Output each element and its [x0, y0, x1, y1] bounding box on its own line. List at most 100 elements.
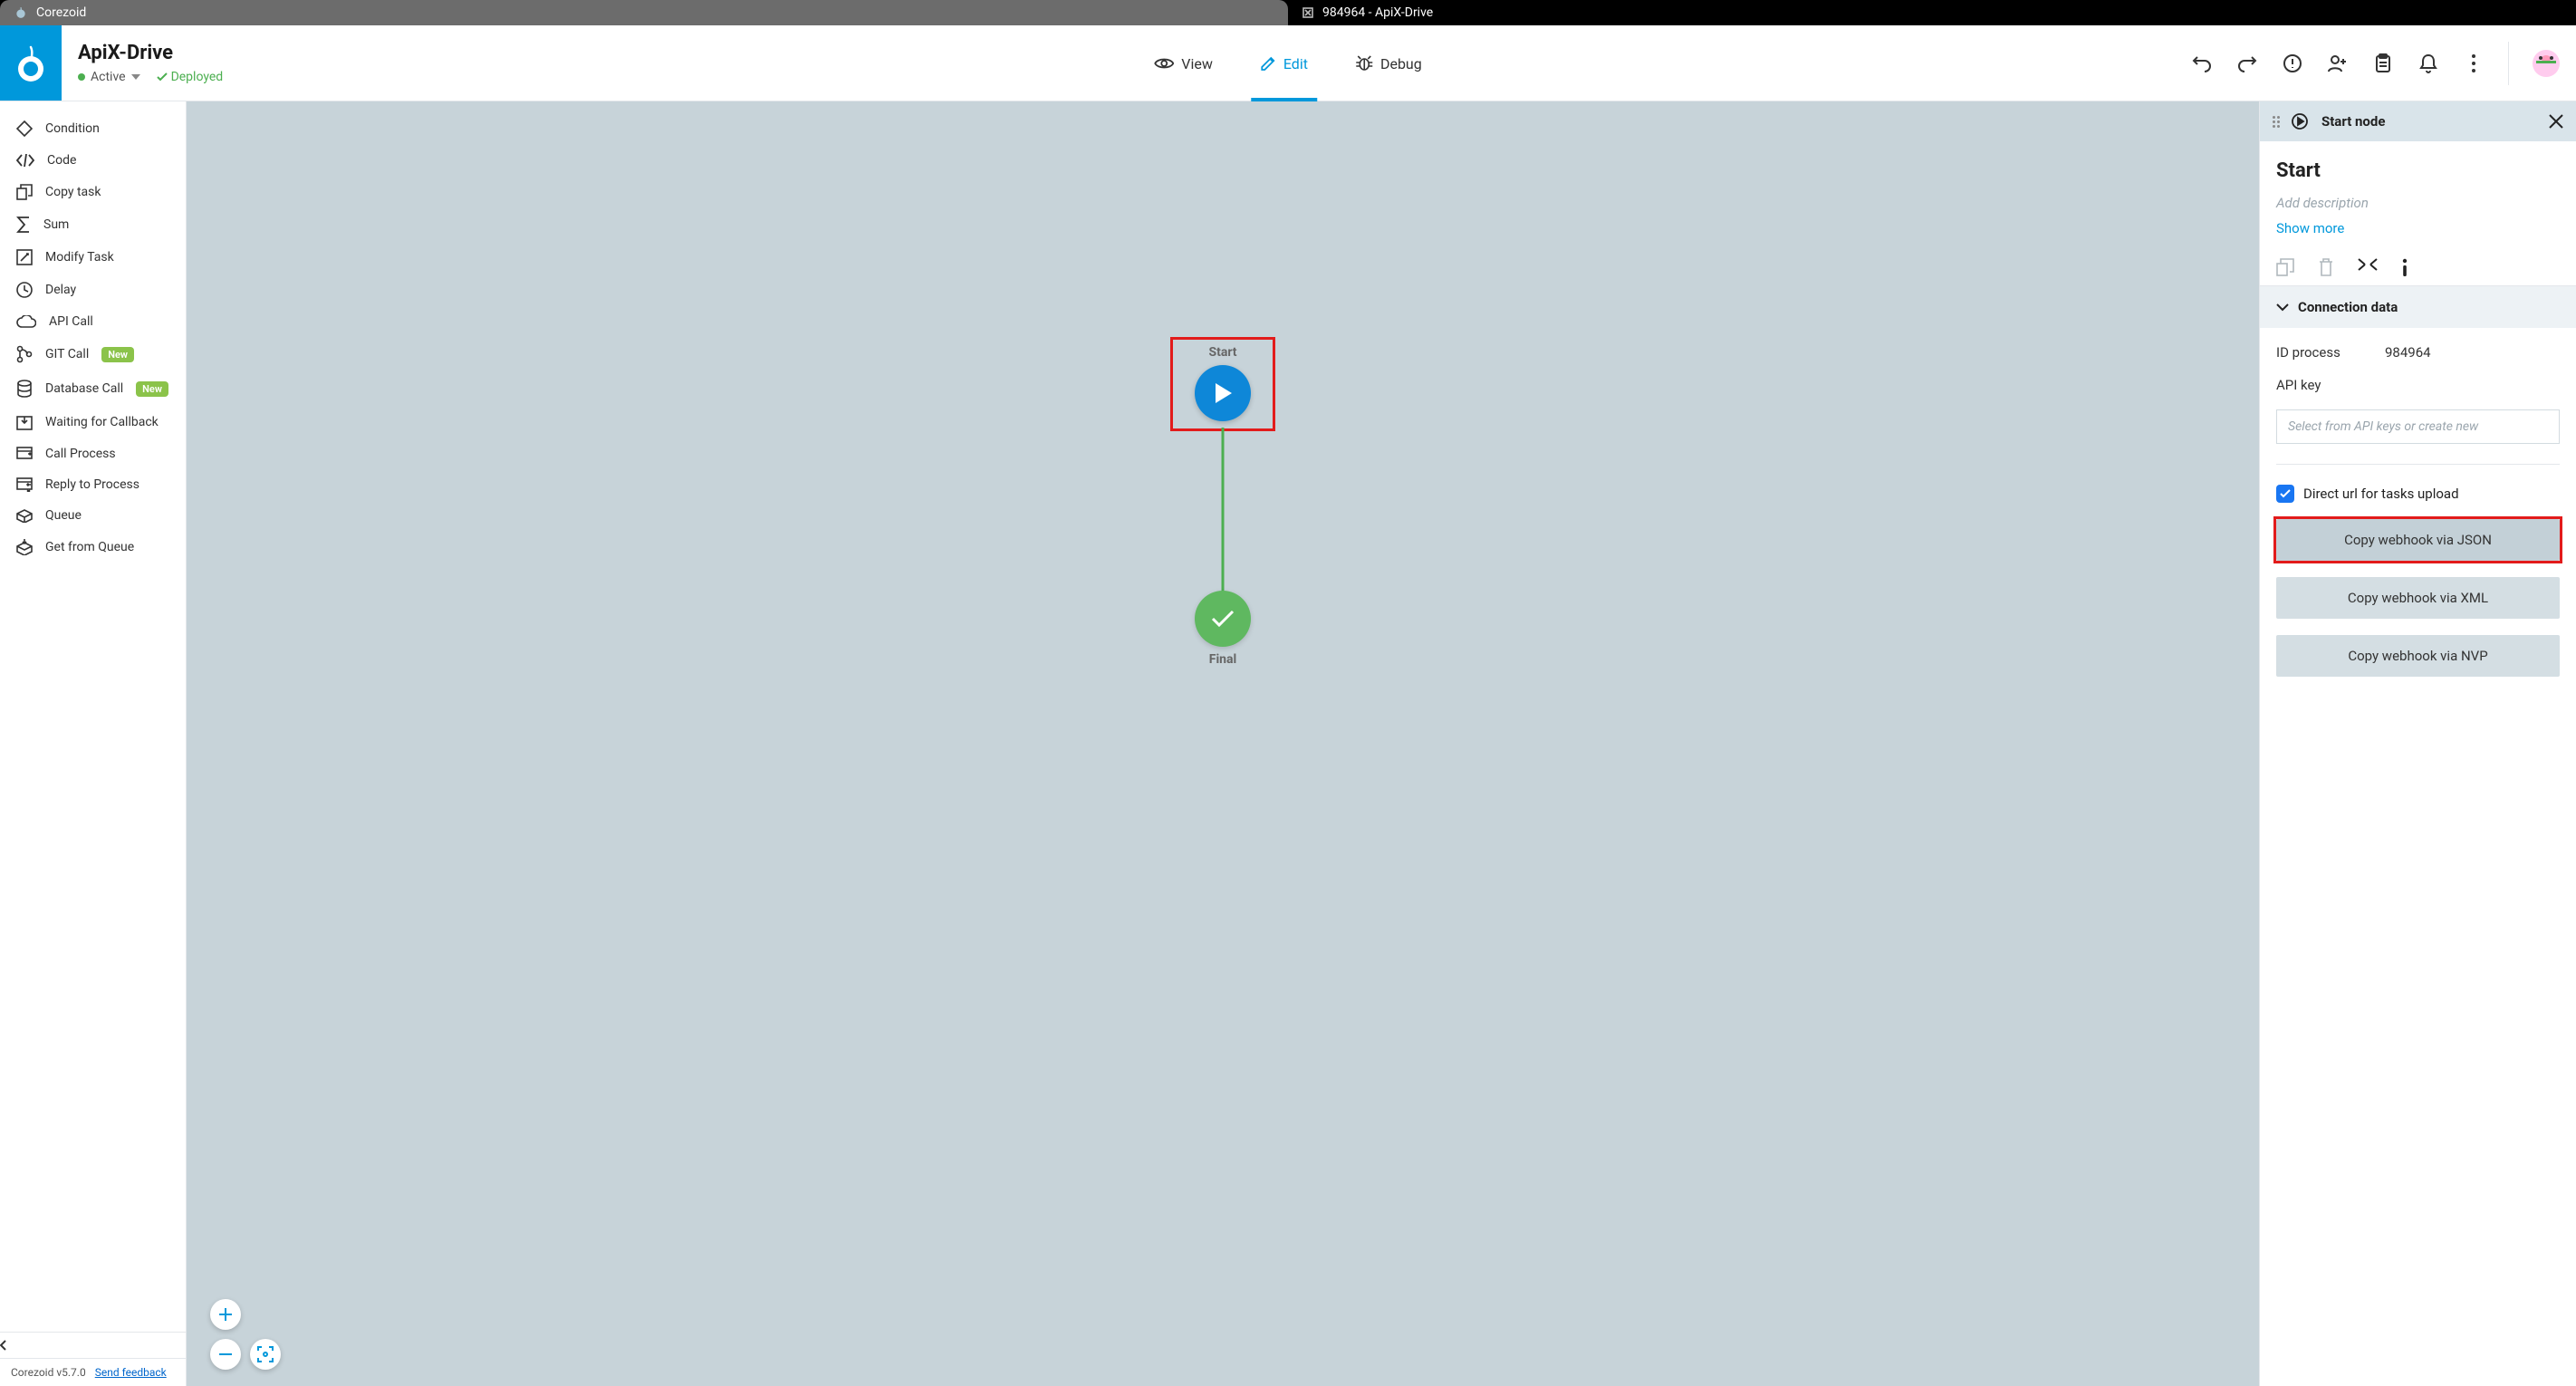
chevron-down-icon: [131, 74, 140, 80]
mode-tabs: View Edit Debug: [1150, 25, 1425, 101]
properties-panel: Start node Start Add description Show mo…: [2259, 101, 2576, 1386]
tab-view[interactable]: View: [1150, 25, 1216, 101]
palette-item-delay[interactable]: Delay: [0, 274, 186, 306]
direct-url-checkbox-row[interactable]: Direct url for tasks upload: [2276, 485, 2560, 503]
bug-icon: [1355, 55, 1373, 72]
node-action-icons: [2276, 258, 2560, 276]
palette-collapse-button[interactable]: [0, 1332, 186, 1358]
palette-item-copy-task[interactable]: Copy task: [0, 176, 186, 208]
copy-icon[interactable]: [2276, 258, 2294, 276]
copy-webhook-xml-button[interactable]: Copy webhook via XML: [2276, 577, 2560, 619]
tab-label: 984964 - ApiX-Drive: [1322, 5, 1433, 20]
errors-button[interactable]: [2282, 53, 2303, 74]
undo-icon: [2192, 54, 2212, 72]
palette-item-modify-task[interactable]: Modify Task: [0, 241, 186, 274]
tab-corezoid[interactable]: Corezoid: [0, 0, 1288, 25]
cloud-icon: [16, 315, 36, 328]
bell-icon: [2419, 53, 2437, 73]
main-area: Condition Code Copy task Sum Modify Task…: [0, 101, 2576, 1386]
palette-item-api-call[interactable]: API Call: [0, 306, 186, 337]
section-body: ID process 984964 API key Select from AP…: [2260, 328, 2576, 693]
canvas[interactable]: Start Final: [187, 101, 2259, 1386]
diamond-icon: [16, 120, 33, 137]
notifications-button[interactable]: [2417, 53, 2439, 74]
eye-icon: [1154, 56, 1174, 71]
app-header: ApiX-Drive Active Deployed View Edit Deb…: [0, 25, 2576, 101]
tab-label: Corezoid: [36, 5, 86, 20]
palette-list: Condition Code Copy task Sum Modify Task…: [0, 101, 186, 1332]
show-more-link[interactable]: Show more: [2276, 220, 2560, 236]
reply-icon: [16, 477, 33, 492]
clock-icon: [16, 282, 33, 298]
clipboard-button[interactable]: [2372, 53, 2394, 74]
database-icon: [16, 380, 33, 398]
palette-item-condition[interactable]: Condition: [0, 112, 186, 145]
undo-button[interactable]: [2191, 53, 2213, 74]
browser-tabs-bar: Corezoid 984964 - ApiX-Drive: [0, 0, 2576, 25]
feedback-link[interactable]: Send feedback: [95, 1366, 167, 1379]
minus-icon: [218, 1352, 233, 1356]
palette-item-waiting-callback[interactable]: Waiting for Callback: [0, 406, 186, 438]
get-queue-icon: [16, 539, 33, 555]
description-input[interactable]: Add description: [2276, 195, 2560, 211]
section-connection-data[interactable]: Connection data: [2260, 286, 2576, 328]
highlight-box: Copy webhook via JSON: [2273, 516, 2562, 563]
code-icon: [16, 154, 34, 167]
node-title[interactable]: Start: [2276, 159, 2560, 182]
final-node-circle[interactable]: [1195, 591, 1251, 647]
play-circle-icon: [2291, 112, 2309, 130]
redo-icon: [2237, 54, 2257, 72]
palette-item-git-call[interactable]: GIT Call New: [0, 337, 186, 371]
brand-logo-box[interactable]: [0, 25, 62, 101]
final-node[interactable]: Final: [1195, 591, 1251, 667]
status-active-dropdown[interactable]: Active: [78, 70, 140, 84]
version-text: Corezoid v5.7.0: [11, 1366, 86, 1379]
copy-webhook-nvp-button[interactable]: Copy webhook via NVP: [2276, 635, 2560, 677]
call-process-icon: [16, 447, 33, 461]
trash-icon[interactable]: [2318, 258, 2334, 276]
drag-handle-icon[interactable]: [2273, 116, 2282, 128]
node-palette: Condition Code Copy task Sum Modify Task…: [0, 101, 187, 1386]
palette-item-queue[interactable]: Queue: [0, 500, 186, 531]
tab-debug[interactable]: Debug: [1351, 25, 1426, 101]
info-icon[interactable]: [2401, 258, 2408, 276]
palette-item-database-call[interactable]: Database Call New: [0, 371, 186, 406]
redo-button[interactable]: [2236, 53, 2258, 74]
panel-header-title: Start node: [2321, 113, 2540, 130]
id-value: 984964: [2385, 344, 2431, 361]
title-block: ApiX-Drive Active Deployed: [62, 25, 239, 101]
palette-item-reply-process[interactable]: Reply to Process: [0, 469, 186, 500]
share-button[interactable]: [2327, 53, 2349, 74]
api-key-select[interactable]: Select from API keys or create new: [2276, 409, 2560, 444]
zoom-in-button[interactable]: [210, 1299, 241, 1330]
user-avatar[interactable]: [2533, 50, 2560, 77]
close-icon[interactable]: [2549, 114, 2563, 129]
close-icon[interactable]: [1302, 7, 1313, 18]
palette-item-get-queue[interactable]: Get from Queue: [0, 531, 186, 563]
callback-icon: [16, 414, 33, 430]
new-badge: New: [136, 381, 168, 397]
fit-screen-button[interactable]: [250, 1339, 281, 1370]
start-node-selected[interactable]: Start: [1170, 337, 1275, 431]
palette-item-call-process[interactable]: Call Process: [0, 438, 186, 469]
new-badge: New: [101, 347, 134, 362]
corezoid-logo-icon: [15, 43, 46, 83]
status-deployed: Deployed: [157, 70, 224, 84]
start-node-circle[interactable]: [1195, 365, 1251, 421]
sigma-icon: [16, 217, 31, 233]
chevron-left-icon: [0, 1340, 7, 1351]
more-button[interactable]: [2463, 53, 2485, 74]
alert-circle-icon: [2283, 53, 2302, 73]
panel-header: Start node: [2260, 101, 2576, 141]
tab-process[interactable]: 984964 - ApiX-Drive: [1288, 0, 2576, 25]
copy-webhook-json-button[interactable]: Copy webhook via JSON: [2276, 519, 2560, 561]
zoom-out-button[interactable]: [210, 1339, 241, 1370]
collapse-icon[interactable]: [2358, 258, 2378, 271]
pencil-icon: [1260, 55, 1276, 72]
checkbox-checked-icon[interactable]: [2276, 485, 2294, 503]
palette-item-code[interactable]: Code: [0, 145, 186, 176]
chevron-down-icon: [2276, 303, 2289, 312]
id-process-row: ID process 984964: [2276, 344, 2560, 361]
tab-edit[interactable]: Edit: [1256, 25, 1312, 101]
palette-item-sum[interactable]: Sum: [0, 208, 186, 241]
